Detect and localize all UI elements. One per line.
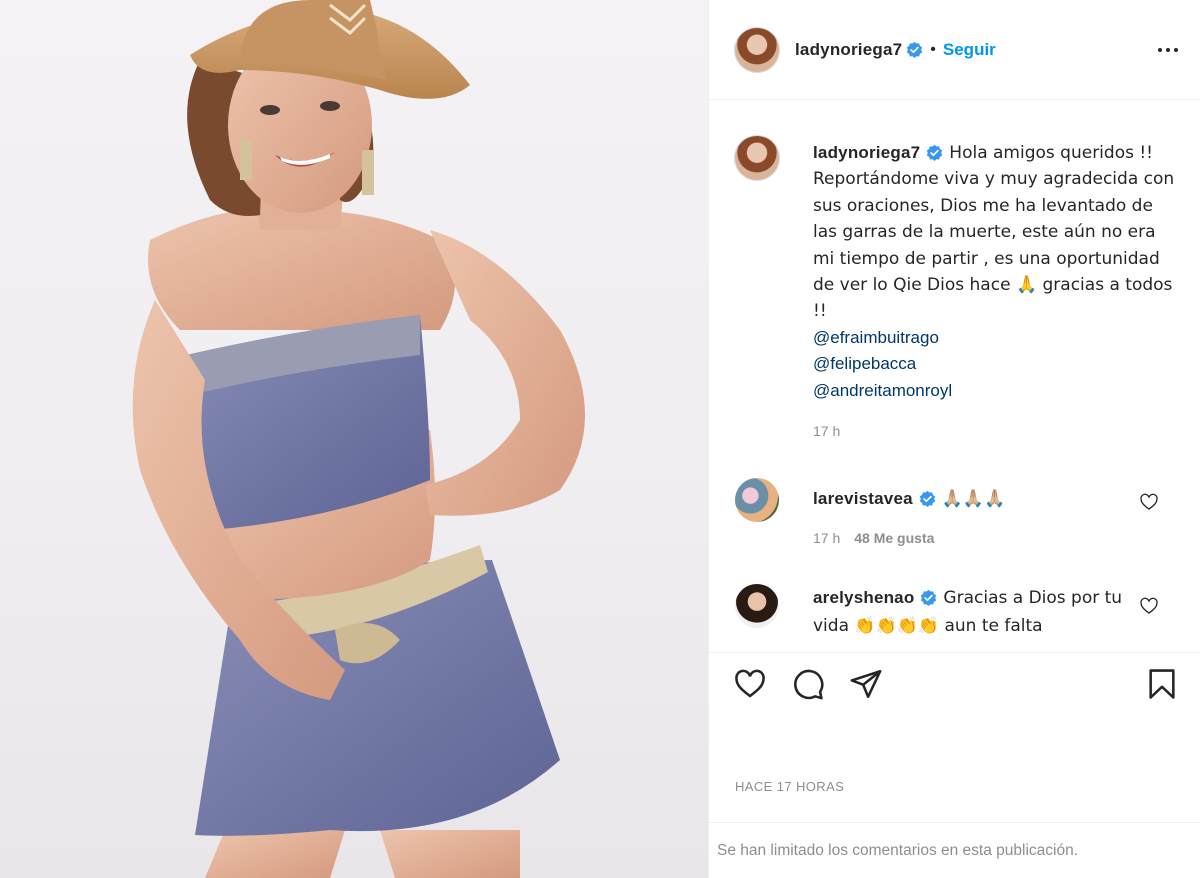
post-photo[interactable]: [0, 0, 708, 878]
comments-list[interactable]: ladynoriega7 Hola amigos queridos !! Repo…: [709, 100, 1200, 652]
heart-icon[interactable]: [1139, 596, 1159, 616]
comment-likes[interactable]: 48 Me gusta: [854, 525, 934, 552]
post-header: ladynoriega7 • Seguir: [709, 0, 1200, 100]
caption-avatar[interactable]: [735, 136, 779, 180]
verified-badge-icon: [921, 589, 937, 606]
commenter-avatar[interactable]: [735, 478, 779, 522]
verified-badge-icon: [927, 144, 943, 161]
post-actions: HACE 17 HORAS: [709, 652, 1200, 822]
bookmark-icon[interactable]: [1145, 667, 1179, 701]
more-options-icon[interactable]: [1155, 38, 1181, 62]
heart-icon[interactable]: [1139, 492, 1159, 512]
caption-age[interactable]: 17 h: [813, 418, 1175, 444]
mention-link[interactable]: @felipebacca: [813, 351, 1175, 377]
verified-badge-icon: [907, 41, 923, 58]
commenter-username[interactable]: arelyshenao: [813, 588, 914, 607]
post-side-panel: ladynoriega7 • Seguir ladynoriega7 Hola a…: [708, 0, 1200, 878]
author-avatar[interactable]: [735, 27, 779, 72]
comment-icon[interactable]: [791, 667, 825, 701]
comment-item: arelyshenao Gracias a Dios por tu vida 👏👏…: [735, 584, 1175, 640]
comment-text: 🙏🏼🙏🏼🙏🏼: [941, 489, 1006, 509]
instagram-post: ladynoriega7 • Seguir ladynoriega7 Hola a…: [0, 0, 1200, 878]
heart-icon[interactable]: [733, 667, 767, 701]
comment-age[interactable]: 17 h: [813, 525, 840, 552]
caption-text: ladynoriega7 Hola amigos queridos !! Repo…: [813, 140, 1175, 325]
author-username[interactable]: ladynoriega7: [795, 40, 902, 60]
woman-in-cowboy-hat-image: [132, 0, 585, 878]
commenter-avatar[interactable]: [735, 584, 779, 628]
post-timestamp[interactable]: HACE 17 HORAS: [735, 779, 844, 794]
verified-badge-icon: [919, 490, 935, 507]
header-separator: •: [930, 40, 936, 58]
commenter-username[interactable]: larevistavea: [813, 489, 913, 508]
comment-item: larevistavea 🙏🏼🙏🏼🙏🏼 17 h 48 Me gusta: [735, 478, 1175, 552]
mention-link[interactable]: @andreitamonroyl: [813, 378, 1175, 404]
follow-button[interactable]: Seguir: [943, 40, 996, 60]
mention-link[interactable]: @efraimbuitrago: [813, 325, 1175, 351]
post-caption: ladynoriega7 Hola amigos queridos !! Repo…: [735, 136, 1175, 444]
comments-limited-notice: Se han limitado los comentarios en esta …: [709, 822, 1200, 878]
caption-message: Hola amigos queridos !! Reportándome viv…: [813, 143, 1175, 322]
share-icon[interactable]: [849, 667, 883, 701]
caption-username[interactable]: ladynoriega7: [813, 143, 920, 162]
